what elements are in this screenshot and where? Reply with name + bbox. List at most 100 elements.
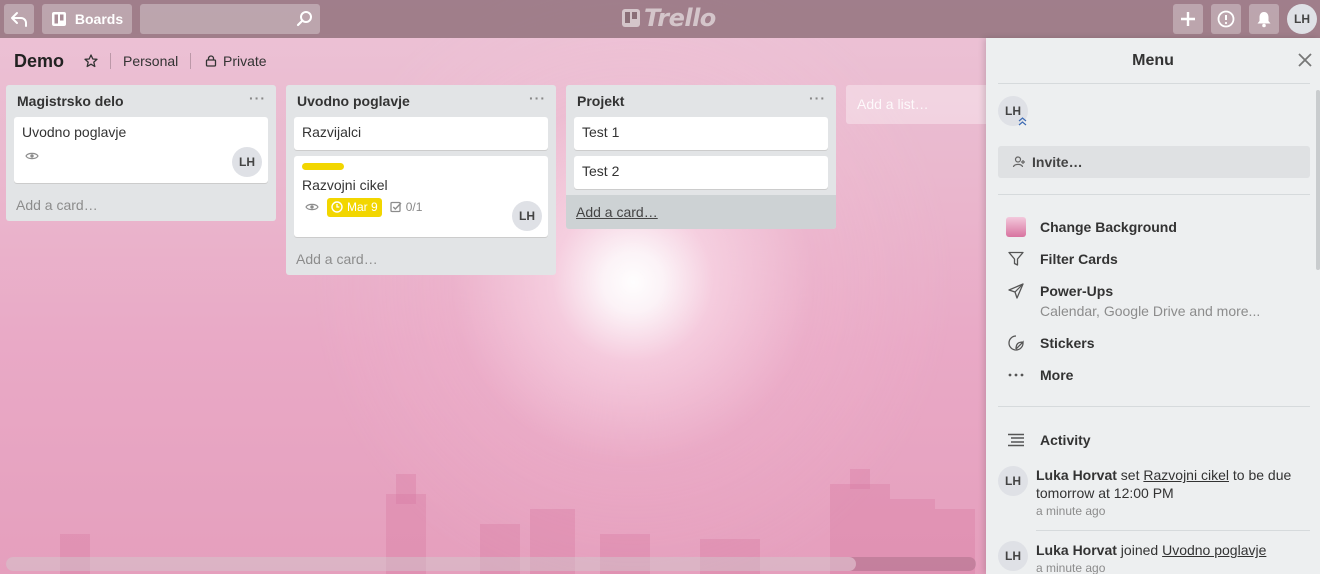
bell-icon: [1257, 12, 1271, 28]
activity-time[interactable]: a minute ago: [1036, 561, 1266, 574]
menu-item-label: Change Background: [1040, 219, 1177, 235]
activity-item: LH Luka Horvat joined Uvodno poglavje a …: [998, 541, 1298, 574]
search-icon[interactable]: [296, 10, 314, 28]
list-uvodno-poglavje: Uvodno poglavje ··· Razvijalci Razvojni …: [286, 85, 556, 275]
header-divider: [190, 53, 191, 69]
more-dots-icon: [1008, 373, 1024, 377]
activity-user[interactable]: Luka Horvat: [1036, 542, 1117, 558]
menu-item-sublabel: Calendar, Google Drive and more...: [1040, 303, 1261, 319]
list-title[interactable]: Uvodno poglavje: [297, 93, 410, 117]
card-razvojni-cikel[interactable]: Razvojni cikel Mar 9 0/1 LH: [294, 156, 548, 237]
board-member-initials: LH: [1005, 104, 1021, 118]
card-member-avatar[interactable]: LH: [512, 201, 542, 231]
watch-eye-icon: [25, 152, 39, 160]
board-visibility-label: Private: [223, 53, 267, 69]
activity-avatar[interactable]: LH: [998, 541, 1028, 571]
card-member-avatar[interactable]: LH: [232, 147, 262, 177]
activity-time[interactable]: a minute ago: [1036, 504, 1298, 518]
back-button[interactable]: [4, 4, 34, 34]
menu-divider: [998, 83, 1310, 84]
due-date-badge[interactable]: Mar 9: [327, 197, 382, 217]
list-menu-icon[interactable]: ···: [249, 91, 266, 117]
checklist-icon: [390, 201, 402, 213]
invite-label: Invite…: [1032, 154, 1083, 170]
card-title: Test 1: [582, 124, 620, 140]
activity-list-link[interactable]: Uvodno poglavje: [1162, 542, 1266, 558]
card-badges: Mar 9 0/1: [302, 197, 540, 217]
checklist-badge: 0/1: [390, 200, 423, 214]
boards-button[interactable]: Boards: [42, 4, 132, 34]
rocket-icon: [1008, 283, 1024, 299]
card-test-1[interactable]: Test 1: [574, 117, 828, 150]
list-header[interactable]: Uvodno poglavje ···: [286, 85, 556, 117]
menu-item-change-background[interactable]: Change Background: [1006, 217, 1177, 237]
menu-vertical-scrollbar[interactable]: [1316, 90, 1320, 270]
star-icon[interactable]: [84, 54, 98, 68]
activity-action: set: [1116, 467, 1144, 483]
add-card-button[interactable]: Add a card…: [566, 195, 836, 229]
back-arrow-icon: [11, 12, 27, 27]
activity-item: LH Luka Horvat set Razvojni cikel to be …: [998, 466, 1298, 518]
add-member-icon: [1012, 156, 1025, 168]
add-card-button[interactable]: Add a card…: [286, 243, 556, 275]
menu-item-stickers[interactable]: Stickers: [1006, 333, 1094, 353]
add-list-button[interactable]: Add a list…: [846, 85, 991, 124]
card-test-2[interactable]: Test 2: [574, 156, 828, 189]
menu-item-power-ups[interactable]: Power-Ups Calendar, Google Drive and mor…: [1006, 281, 1260, 320]
add-card-button[interactable]: Add a card…: [6, 189, 276, 221]
menu-item-label: Power-Ups: [1040, 283, 1114, 299]
card-title: Uvodno poglavje: [22, 124, 127, 140]
list-projekt: Projekt ··· Test 1 Test 2 Add a card…: [566, 85, 836, 229]
search-box[interactable]: [140, 4, 320, 34]
board-horizontal-scrollbar[interactable]: [6, 557, 976, 571]
close-icon[interactable]: [1298, 53, 1312, 67]
menu-item-filter-cards[interactable]: Filter Cards: [1006, 249, 1118, 269]
user-avatar[interactable]: LH: [1287, 4, 1317, 34]
list-header[interactable]: Magistrsko delo ···: [6, 85, 276, 117]
card-title: Test 2: [582, 163, 620, 179]
activity-card-link[interactable]: Razvojni cikel: [1143, 467, 1229, 483]
menu-item-label: Stickers: [1040, 335, 1095, 351]
background-swatch-icon: [1006, 217, 1026, 237]
board-visibility[interactable]: Private: [205, 53, 267, 69]
lock-icon: [205, 55, 217, 67]
card-label-yellow[interactable]: [302, 163, 344, 170]
due-date-label: Mar 9: [347, 200, 378, 214]
boards-icon: [51, 12, 66, 26]
scrollbar-thumb[interactable]: [6, 557, 856, 571]
list-header[interactable]: Projekt ···: [566, 85, 836, 117]
board-title[interactable]: Demo: [14, 51, 64, 72]
menu-divider: [998, 406, 1310, 407]
activity-text: Luka Horvat set Razvojni cikel to be due…: [1036, 466, 1298, 502]
list-title[interactable]: Projekt: [577, 93, 624, 117]
filter-icon: [1008, 251, 1024, 266]
info-icon: [1217, 10, 1235, 28]
search-input[interactable]: [140, 4, 320, 34]
boards-label: Boards: [74, 11, 124, 27]
add-button[interactable]: [1173, 4, 1203, 34]
activity-header: Activity: [1006, 430, 1091, 450]
board-team[interactable]: Personal: [123, 53, 178, 69]
clock-icon: [331, 201, 343, 213]
card-razvijalci[interactable]: Razvijalci: [294, 117, 548, 150]
board-team-label: Personal: [123, 53, 179, 69]
card-uvodno-poglavje[interactable]: Uvodno poglavje LH: [14, 117, 268, 183]
watch-eye-icon: [305, 203, 319, 211]
card-title: Razvijalci: [302, 124, 362, 140]
menu-item-more[interactable]: More: [1006, 365, 1073, 385]
activity-text: Luka Horvat joined Uvodno poglavje: [1036, 541, 1266, 559]
trello-logo[interactable]: Trello: [622, 4, 716, 32]
header-divider: [110, 53, 111, 69]
activity-user[interactable]: Luka Horvat: [1036, 467, 1117, 483]
list-title[interactable]: Magistrsko delo: [17, 93, 124, 117]
checklist-count: 0/1: [405, 200, 423, 214]
notifications-button[interactable]: [1249, 4, 1279, 34]
trello-logo-icon: [622, 9, 640, 27]
admin-chevron-icon: [1018, 117, 1027, 126]
activity-avatar[interactable]: LH: [998, 466, 1028, 496]
list-menu-icon[interactable]: ···: [529, 91, 546, 117]
activity-list-icon: [1008, 433, 1024, 447]
invite-button[interactable]: Invite…: [998, 146, 1310, 178]
info-button[interactable]: [1211, 4, 1241, 34]
list-menu-icon[interactable]: ···: [809, 91, 826, 117]
